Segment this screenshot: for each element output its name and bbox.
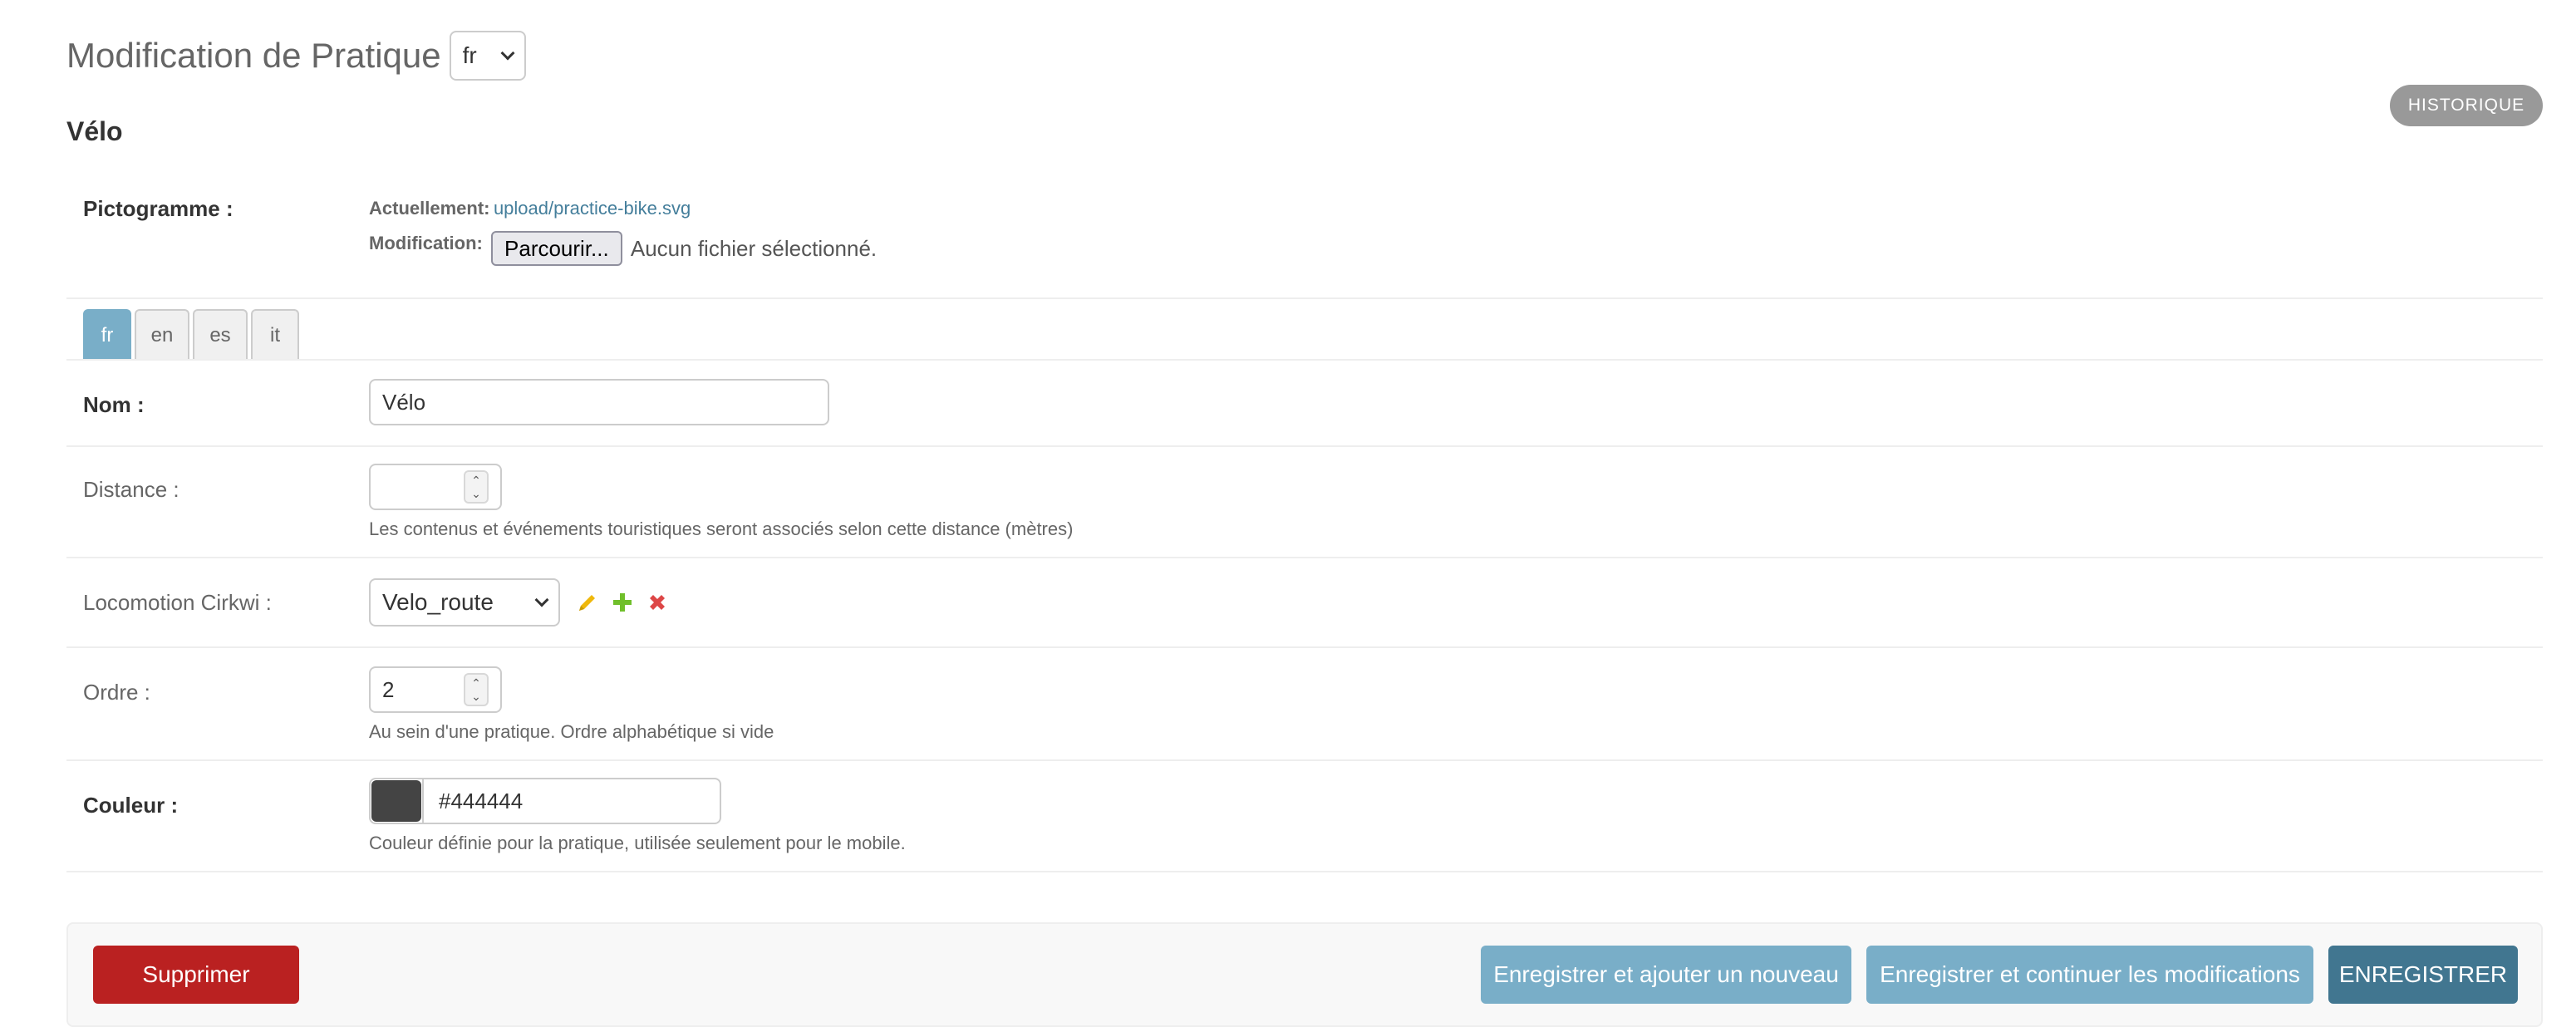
plus-icon[interactable]	[610, 590, 635, 615]
pictogram-change: Modification: Parcourir... Aucun fichier…	[369, 231, 877, 266]
couleur-help: Couleur définie pour la pratique, utilis…	[369, 833, 906, 853]
color-input[interactable]: #444444	[424, 778, 721, 824]
nom-label: Nom :	[83, 392, 145, 417]
browse-button[interactable]: Parcourir...	[490, 231, 622, 266]
color-swatch[interactable]	[369, 778, 424, 824]
file-status: Aucun fichier sélectionné.	[630, 235, 878, 261]
pictogram-change-label: Modification:	[369, 233, 483, 253]
tab-es[interactable]: es	[193, 309, 248, 361]
field-row-locomotion: Locomotion Cirkwi : Velo_route	[66, 558, 2543, 648]
language-select[interactable]: fr	[449, 31, 526, 81]
pictogram-label: Pictogramme :	[83, 196, 234, 221]
number-spinner-icon[interactable]: ⌃ ⌄	[464, 673, 489, 706]
distance-input[interactable]: ⌃ ⌄	[369, 464, 502, 510]
tab-en[interactable]: en	[135, 309, 189, 361]
page-header: Modification de Pratique fr	[66, 30, 526, 81]
pictogram-row: Pictogramme : Actuellement: upload/pract…	[66, 184, 2543, 299]
locomotion-label: Locomotion Cirkwi :	[83, 590, 272, 615]
language-tabs: fr en es it	[83, 309, 302, 361]
chevron-down-icon	[500, 46, 515, 61]
color-picker: #444444	[369, 778, 721, 824]
ordre-input[interactable]: 2 ⌃ ⌄	[369, 666, 502, 713]
field-row-couleur: Couleur : #444444 Couleur définie pour l…	[66, 761, 2543, 872]
number-spinner-icon[interactable]: ⌃ ⌄	[464, 470, 489, 504]
nom-input[interactable]: Vélo	[369, 379, 829, 425]
ordre-label: Ordre :	[83, 680, 150, 705]
ordre-value: 2	[382, 676, 395, 702]
page-title: Modification de Pratique	[66, 36, 441, 75]
pencil-icon[interactable]	[575, 590, 600, 615]
distance-help: Les contenus et événements touristiques …	[369, 518, 1074, 539]
delete-icon[interactable]	[645, 590, 670, 615]
field-row-ordre: Ordre : 2 ⌃ ⌄ Au sein d'une pratique. Ord…	[66, 648, 2543, 761]
pictogram-current-label: Actuellement:	[369, 198, 490, 219]
admin-change-form: Modification de Pratique fr HISTORIQUE V…	[0, 0, 2576, 1027]
distance-label: Distance :	[83, 477, 179, 502]
pictogram-file-link[interactable]: upload/practice-bike.svg	[494, 198, 691, 219]
history-button[interactable]: HISTORIQUE	[2390, 85, 2543, 126]
couleur-label: Couleur :	[83, 793, 179, 818]
color-swatch-fill	[371, 780, 421, 822]
save-and-continue-button[interactable]: Enregistrer et continuer les modificatio…	[1866, 946, 2313, 1004]
submit-row: Supprimer Enregistrer et ajouter un nouv…	[66, 922, 2543, 1027]
field-row-nom: Nom : Vélo	[66, 361, 2543, 447]
save-button[interactable]: ENREGISTRER	[2328, 946, 2518, 1004]
locomotion-value: Velo_route	[382, 589, 494, 615]
pictogram-current: Actuellement: upload/practice-bike.svg	[369, 198, 691, 219]
chevron-down-icon	[534, 592, 549, 607]
object-title: Vélo	[66, 116, 123, 146]
save-and-add-button[interactable]: Enregistrer et ajouter un nouveau	[1481, 946, 1851, 1004]
locomotion-select[interactable]: Velo_route	[369, 578, 560, 627]
ordre-help: Au sein d'une pratique. Ordre alphabétiq…	[369, 721, 774, 742]
delete-button[interactable]: Supprimer	[93, 946, 299, 1004]
language-select-value: fr	[462, 42, 477, 68]
tab-fr[interactable]: fr	[83, 309, 131, 361]
tab-it[interactable]: it	[251, 309, 299, 361]
field-row-distance: Distance : ⌃ ⌄ Les contenus et événements…	[66, 447, 2543, 558]
